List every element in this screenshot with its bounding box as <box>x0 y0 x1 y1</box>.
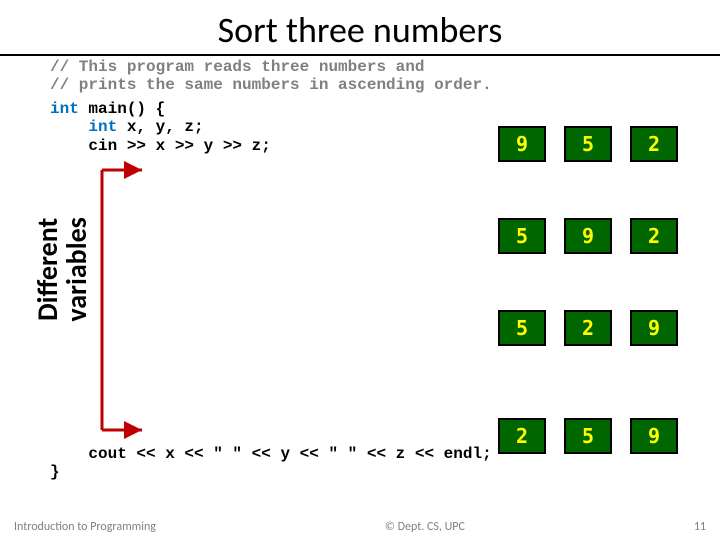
box-row-1: 9 5 2 <box>498 126 678 162</box>
footer-right: 11 <box>694 520 706 534</box>
box-row-3: 5 2 9 <box>498 310 678 346</box>
box-row-4: 2 5 9 <box>498 418 678 454</box>
numbox: 5 <box>564 418 612 454</box>
comment-line-2: // prints the same numbers in ascending … <box>50 76 492 94</box>
indent <box>50 118 88 136</box>
footer-center: © Dept. CS, UPC <box>385 520 465 534</box>
var-decl: x, y, z; <box>117 118 203 136</box>
numbox: 2 <box>630 126 678 162</box>
numbox: 5 <box>564 126 612 162</box>
numbox: 5 <box>498 310 546 346</box>
side-label-line-1: Different <box>33 217 62 321</box>
numbox: 5 <box>498 218 546 254</box>
numbox: 2 <box>498 418 546 454</box>
bracket-arrows <box>92 160 152 440</box>
cout-line: cout << x << " " << y << " " << z << end… <box>50 445 492 463</box>
code-output-block: cout << x << " " << y << " " << z << end… <box>50 445 492 482</box>
side-label: Different variables <box>33 217 92 321</box>
numbox: 9 <box>498 126 546 162</box>
comment-line-1: // This program reads three numbers and <box>50 58 424 76</box>
box-row-2: 5 9 2 <box>498 218 678 254</box>
numbox: 2 <box>564 310 612 346</box>
title-underline <box>0 54 720 56</box>
kw-int-2: int <box>88 118 117 136</box>
side-label-line-2: variables <box>62 217 91 321</box>
code-comments: // This program reads three numbers and … <box>50 58 492 95</box>
kw-int-1: int <box>50 100 79 118</box>
numbox: 9 <box>630 310 678 346</box>
page-title: Sort three numbers <box>0 0 720 52</box>
footer-left: Introduction to Programming <box>14 520 156 534</box>
numbox: 2 <box>630 218 678 254</box>
numbox: 9 <box>564 218 612 254</box>
numbox: 9 <box>630 418 678 454</box>
main-signature: main() { <box>79 100 165 118</box>
cin-line: cin >> x >> y >> z; <box>50 137 271 155</box>
close-brace: } <box>50 463 60 481</box>
footer: Introduction to Programming © Dept. CS, … <box>0 520 720 534</box>
code-main-block: int main() { int x, y, z; cin >> x >> y … <box>50 100 271 155</box>
